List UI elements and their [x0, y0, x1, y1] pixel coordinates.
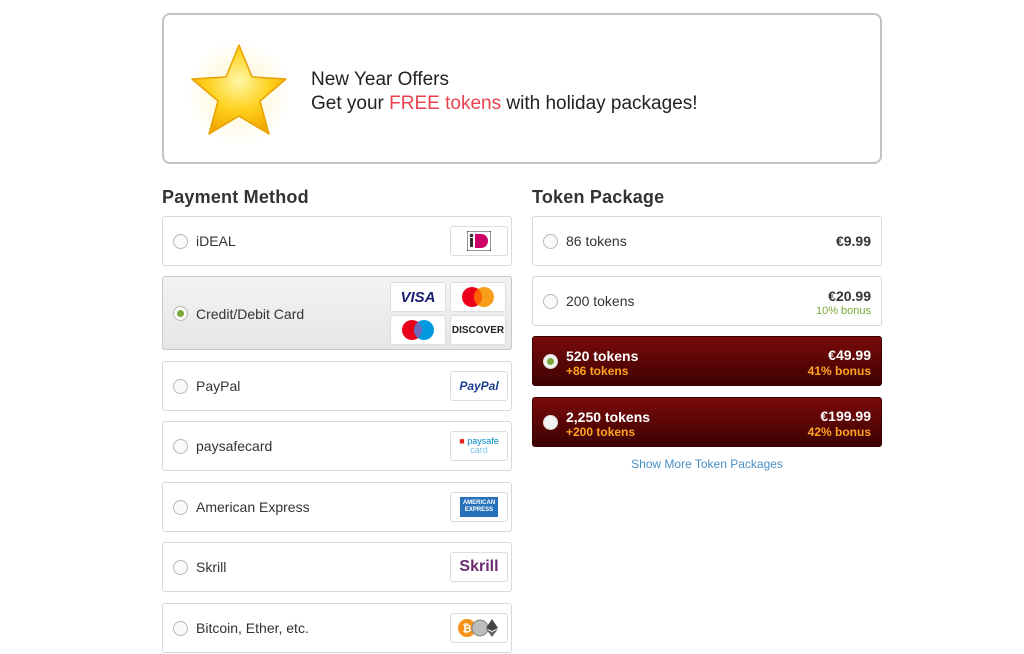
banner-text: New Year Offers Get your FREE tokens wit…	[311, 68, 698, 116]
radio-paysafecard[interactable]	[173, 439, 188, 454]
radio-token-86[interactable]	[543, 234, 558, 249]
visa-icon: VISA	[390, 282, 446, 312]
paypal-logo-text: PayPal	[459, 379, 499, 393]
discover-logo-text: DISCOVER	[451, 324, 505, 336]
token-bonus-200: 10% bonus	[815, 305, 871, 317]
show-more-packages-link[interactable]: Show More Token Packages	[532, 457, 882, 471]
radio-paypal[interactable]	[173, 379, 188, 394]
banner-title: New Year Offers	[311, 69, 450, 90]
star-icon	[187, 41, 291, 145]
token-bonus-2250: 42% bonus	[807, 425, 871, 439]
paysafecard-icon: ■ paysafe card	[450, 431, 508, 461]
payment-label-amex: American Express	[196, 499, 310, 515]
token-package-86[interactable]: 86 tokens €9.99	[532, 216, 882, 266]
radio-crypto[interactable]	[173, 621, 188, 636]
ideal-logo-icon	[450, 226, 508, 256]
radio-card[interactable]	[173, 306, 188, 321]
token-package-520[interactable]: 520 tokens +86 tokens €49.99 41% bonus	[532, 336, 882, 386]
discover-icon: DISCOVER	[450, 315, 506, 345]
banner-subtitle: Get your FREE tokens with holiday packag…	[311, 92, 698, 116]
token-price-520: €49.99	[828, 347, 871, 363]
amex-icon: AMERICAN EXPRESS	[450, 492, 508, 522]
token-label-200: 200 tokens	[566, 293, 635, 309]
payment-option-card[interactable]: Credit/Debit Card VISA DISCOVER	[162, 276, 512, 350]
token-label-2250: 2,250 tokens	[566, 409, 651, 425]
radio-ideal[interactable]	[173, 234, 188, 249]
payment-option-skrill[interactable]: Skrill Skrill	[162, 542, 512, 592]
payment-label-card: Credit/Debit Card	[196, 306, 305, 322]
payment-label-skrill: Skrill	[196, 559, 227, 575]
payment-option-amex[interactable]: American Express AMERICAN EXPRESS	[162, 482, 512, 532]
token-price-200: €20.99	[828, 288, 871, 304]
token-label-86: 86 tokens	[566, 233, 627, 249]
radio-amex[interactable]	[173, 500, 188, 515]
amex-logo-bottom: EXPRESS	[464, 507, 494, 513]
token-package-title: Token Package	[532, 187, 665, 207]
radio-token-520[interactable]	[543, 354, 558, 369]
mastercard-icon	[450, 282, 506, 312]
amex-logo-top: AMERICAN	[462, 500, 496, 506]
token-price-86: €9.99	[835, 233, 871, 249]
token-extra-2250: +200 tokens	[566, 425, 636, 439]
token-package-200[interactable]: 200 tokens €20.99 10% bonus	[532, 276, 882, 326]
radio-token-2250[interactable]	[543, 415, 558, 430]
payment-option-paysafecard[interactable]: paysafecard ■ paysafe card	[162, 421, 512, 471]
payment-label-paypal: PayPal	[196, 378, 241, 394]
radio-skrill[interactable]	[173, 560, 188, 575]
token-label-520: 520 tokens	[566, 348, 639, 364]
token-package-2250[interactable]: 2,250 tokens +200 tokens €199.99 42% bon…	[532, 397, 882, 447]
maestro-icon	[390, 315, 446, 345]
payment-label-crypto: Bitcoin, Ether, etc.	[196, 620, 309, 636]
promo-banner: New Year Offers Get your FREE tokens wit…	[162, 13, 882, 164]
free-tokens-highlight: FREE tokens	[389, 93, 502, 114]
lock-icon: ■	[459, 436, 465, 446]
token-price-2250: €199.99	[820, 408, 871, 424]
skrill-icon: Skrill	[450, 552, 508, 582]
payment-option-crypto[interactable]: Bitcoin, Ether, etc. ₿	[162, 603, 512, 653]
visa-logo-text: VISA	[400, 288, 436, 306]
token-bonus-520: 41% bonus	[807, 364, 871, 378]
payment-label-paysafecard: paysafecard	[196, 438, 273, 454]
paypal-icon: PayPal	[450, 371, 508, 401]
payment-option-paypal[interactable]: PayPal PayPal	[162, 361, 512, 411]
skrill-logo-text: Skrill	[459, 558, 499, 575]
paysafe-logo-sub: card	[470, 445, 488, 455]
token-extra-520: +86 tokens	[566, 364, 629, 378]
payment-label-ideal: iDEAL	[196, 233, 236, 249]
amex-logo-card: AMERICAN EXPRESS	[460, 497, 498, 517]
payment-method-title: Payment Method	[162, 187, 309, 207]
banner-subtitle-suffix: with holiday packages!	[501, 93, 698, 114]
crypto-icon: ₿	[450, 613, 508, 643]
svg-text:₿: ₿	[463, 623, 472, 635]
banner-subtitle-prefix: Get your	[311, 93, 390, 114]
payment-option-ideal[interactable]: iDEAL	[162, 216, 512, 266]
radio-token-200[interactable]	[543, 294, 558, 309]
